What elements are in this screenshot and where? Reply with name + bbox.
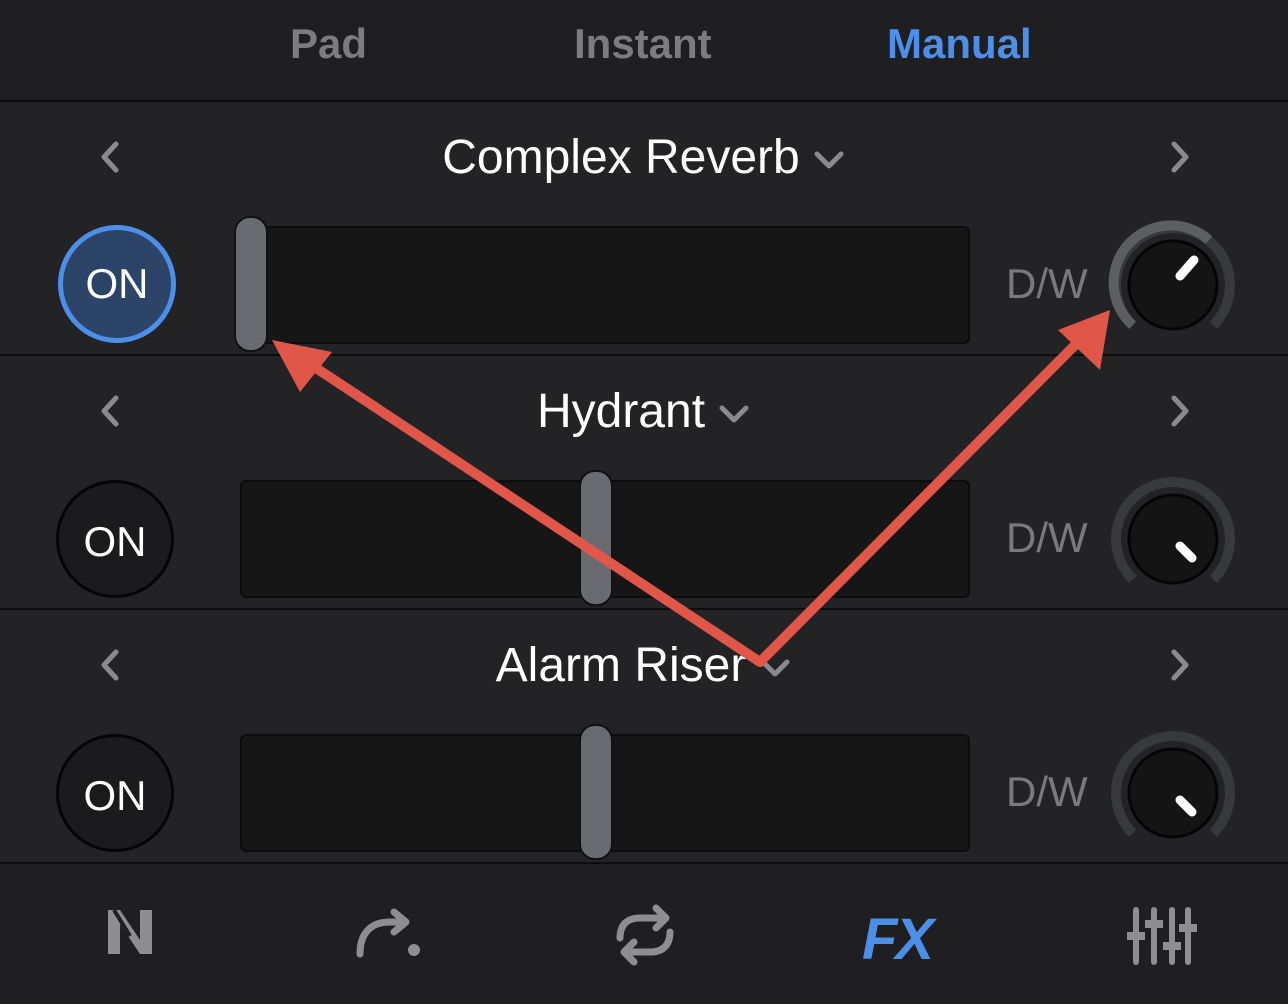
chevron-right-icon[interactable] <box>1160 132 1200 182</box>
fx-selector: Complex Reverb <box>0 130 1288 185</box>
mixer-sliders-icon[interactable] <box>1124 902 1198 968</box>
dry-wet-knob[interactable] <box>1108 220 1238 350</box>
slider-thumb[interactable] <box>579 470 613 606</box>
fx-on-button[interactable]: ON <box>58 225 176 343</box>
chevron-down-icon[interactable] <box>812 148 846 172</box>
dry-wet-knob[interactable] <box>1108 728 1238 858</box>
fx-selector: Alarm Riser <box>0 638 1288 693</box>
dry-wet-label: D/W <box>1006 514 1088 561</box>
chevron-down-icon[interactable] <box>717 402 751 426</box>
chevron-right-icon[interactable] <box>1160 640 1200 690</box>
tab-instant[interactable]: Instant <box>574 20 712 68</box>
fx-on-button[interactable]: ON <box>56 480 174 598</box>
fx-parameter-slider[interactable] <box>234 216 970 352</box>
fx-on-button[interactable]: ON <box>56 734 174 852</box>
dry-wet-label: D/W <box>1006 768 1088 815</box>
fx-parameter-slider[interactable] <box>240 470 970 606</box>
dry-wet-knob[interactable] <box>1108 474 1238 604</box>
bottom-toolbar: FX <box>0 866 1288 1004</box>
slider-thumb[interactable] <box>579 724 613 860</box>
tab-pad[interactable]: Pad <box>290 20 367 68</box>
fx-row-2: Hydrant ON D/W <box>0 356 1288 610</box>
redo-arrow-icon[interactable] <box>350 902 426 962</box>
fx-name[interactable]: Complex Reverb <box>442 131 799 184</box>
chevron-down-icon[interactable] <box>758 656 792 680</box>
fx-row-1: Complex Reverb ON D/W <box>0 102 1288 356</box>
fx-selector: Hydrant <box>0 384 1288 439</box>
slider-thumb[interactable] <box>234 216 268 352</box>
fx-parameter-slider[interactable] <box>240 724 970 860</box>
fx-name[interactable]: Hydrant <box>537 385 705 438</box>
fx-row-3: Alarm Riser ON D/W <box>0 610 1288 864</box>
fx-name[interactable]: Alarm Riser <box>496 639 747 692</box>
chevron-right-icon[interactable] <box>1160 386 1200 436</box>
loop-icon[interactable] <box>610 902 680 968</box>
fx-icon[interactable]: FX <box>862 906 934 973</box>
rekordbox-n-icon[interactable] <box>100 902 160 962</box>
dry-wet-label: D/W <box>1006 260 1088 307</box>
tab-manual[interactable]: Manual <box>887 20 1032 68</box>
mode-tabs: Pad Instant Manual <box>0 0 1288 102</box>
